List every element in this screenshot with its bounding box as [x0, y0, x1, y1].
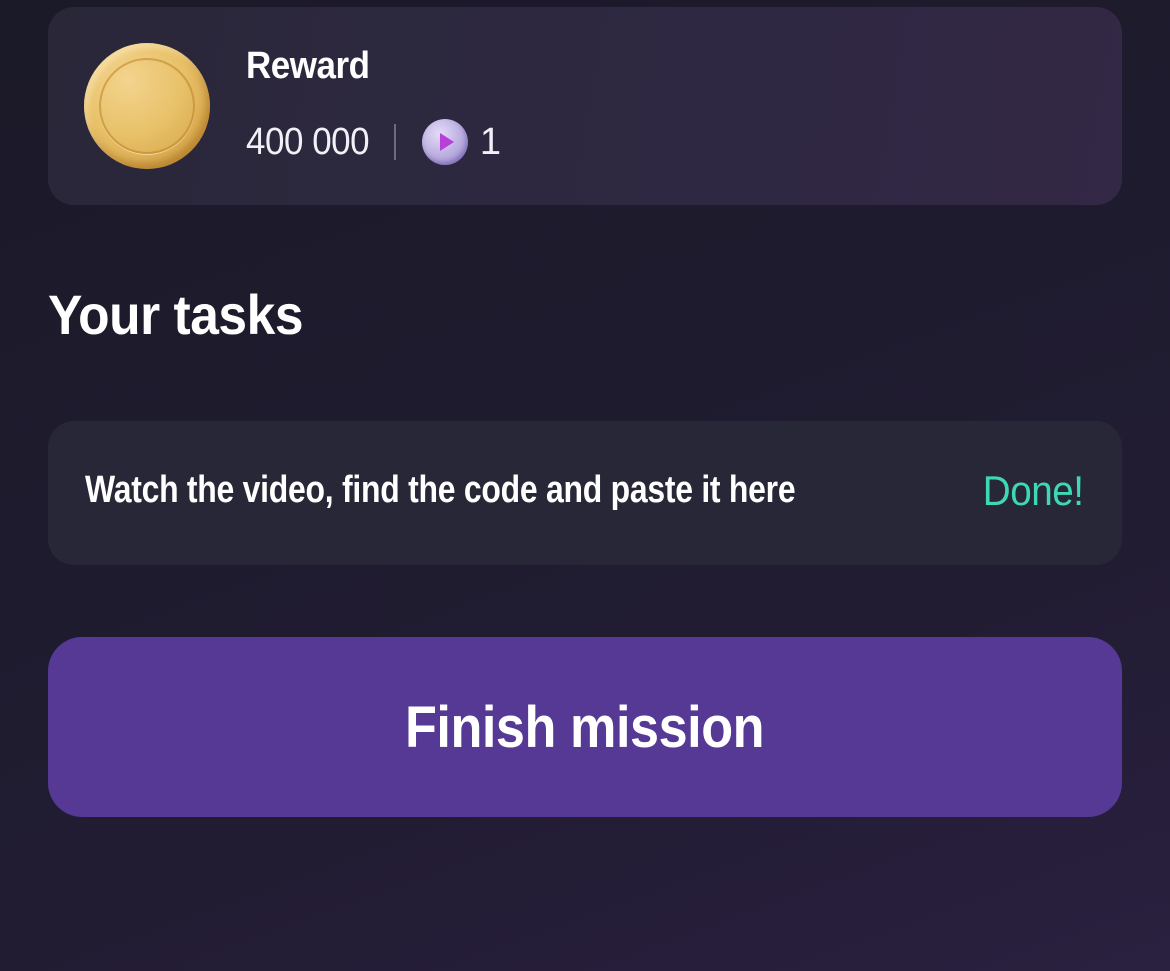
- task-status: Done!: [983, 467, 1084, 514]
- tasks-heading: Your tasks: [48, 283, 304, 346]
- reward-divider: [393, 124, 396, 160]
- task-text: Watch the video, find the code and paste…: [85, 469, 796, 511]
- finish-mission-label: Finish mission: [405, 694, 765, 760]
- coin-ring: [99, 58, 195, 154]
- finish-mission-button[interactable]: Finish mission: [48, 637, 1122, 817]
- play-token-icon: [421, 119, 468, 165]
- reward-amount: 400 000: [246, 120, 370, 163]
- task-item[interactable]: Watch the video, find the code and paste…: [48, 421, 1122, 565]
- reward-title: Reward: [246, 45, 370, 87]
- reward-values: 400 000 1: [246, 117, 501, 167]
- gold-coin-icon: [84, 43, 210, 169]
- play-triangle-icon: [439, 133, 454, 151]
- token-count: 1: [479, 120, 502, 163]
- reward-card: Reward 400 000 1: [48, 7, 1122, 205]
